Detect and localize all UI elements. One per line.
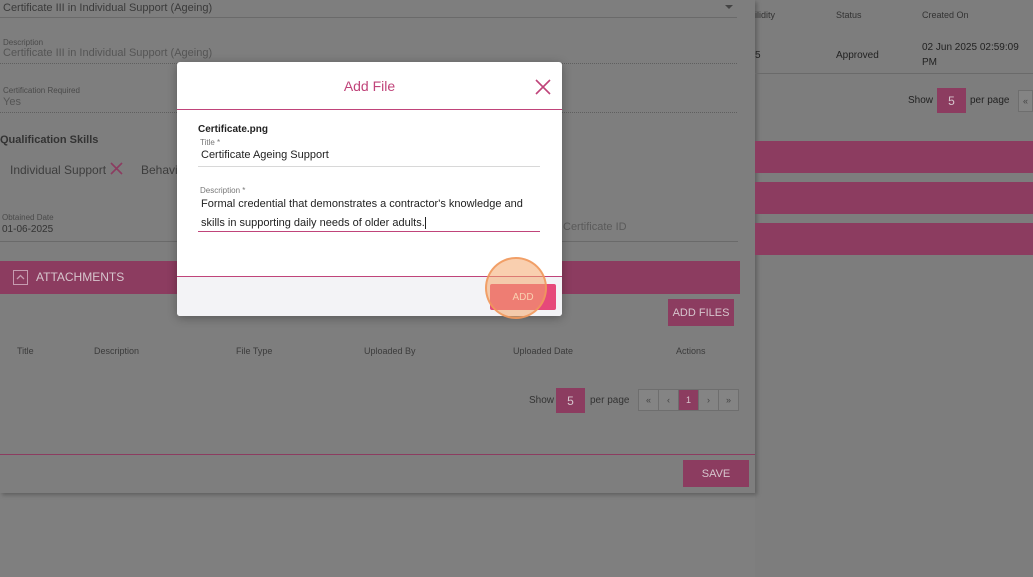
column-header-file-type: File Type: [236, 346, 273, 356]
column-header-title: Title: [17, 346, 34, 356]
footer-divider: [0, 454, 755, 455]
created-on-cell: 02 Jun 2025 02:59:09: [922, 42, 1019, 53]
description-label: Description: [3, 38, 44, 47]
section-bar[interactable]: [755, 182, 1033, 214]
first-page-button[interactable]: «: [1018, 90, 1033, 112]
page-1-button[interactable]: 1: [678, 389, 699, 411]
chevron-up-icon[interactable]: [13, 270, 28, 285]
status-cell: Approved: [836, 50, 879, 61]
attachments-heading: ATTACHMENTS: [36, 270, 125, 284]
per-page-select[interactable]: 5: [556, 388, 585, 413]
chevron-down-icon[interactable]: [724, 4, 734, 10]
qualification-select[interactable]: Certificate III in Individual Support (A…: [3, 2, 212, 14]
modal-header: Add File: [177, 62, 562, 110]
title-underline: [198, 166, 540, 167]
cert-required-value: Yes: [3, 96, 21, 108]
close-icon[interactable]: [110, 162, 123, 175]
title-input[interactable]: Certificate Ageing Support: [201, 149, 329, 161]
save-button[interactable]: SAVE: [683, 460, 749, 487]
column-header-actions: Actions: [676, 346, 706, 356]
title-label: Title *: [200, 138, 221, 147]
file-name: Certificate.png: [198, 124, 269, 135]
modal-title: Add File: [343, 77, 396, 94]
skill-chip: Individual Support: [10, 163, 107, 177]
add-button[interactable]: ADD: [490, 284, 556, 310]
next-page-button[interactable]: ›: [698, 389, 719, 411]
column-header-uploaded-date: Uploaded Date: [513, 346, 574, 356]
certificate-id-input[interactable]: Certificate ID: [563, 221, 627, 233]
column-header-status: Status: [836, 10, 862, 20]
last-page-button[interactable]: »: [718, 389, 739, 411]
obtained-date-value[interactable]: 01-06-2025: [2, 224, 53, 235]
right-panel: [755, 0, 1033, 577]
column-header-validity: ilidity: [755, 10, 776, 20]
column-header-created-on: Created On: [922, 10, 969, 20]
section-bar[interactable]: [755, 141, 1033, 173]
prev-page-button[interactable]: ‹: [658, 389, 679, 411]
show-label: Show: [529, 395, 555, 406]
column-header-uploaded-by: Uploaded By: [364, 346, 416, 356]
description-value: Certificate III in Individual Support (A…: [3, 47, 213, 59]
add-file-modal: Add File Certificate.png Title * Certifi…: [177, 62, 562, 316]
first-page-button[interactable]: «: [638, 389, 659, 411]
show-label: Show: [908, 95, 934, 106]
obtained-date-label: Obtained Date: [2, 213, 54, 222]
cert-required-label: Certification Required: [3, 86, 80, 95]
per-page-label: per page: [590, 395, 630, 406]
description-underline: [198, 231, 540, 232]
section-bar[interactable]: [755, 223, 1033, 255]
description-textarea[interactable]: Formal credential that demonstrates a co…: [201, 195, 539, 233]
per-page-label: per page: [970, 95, 1010, 106]
close-icon[interactable]: [534, 78, 552, 96]
column-header-description: Description: [94, 346, 140, 356]
per-page-select[interactable]: 5: [937, 88, 966, 113]
created-on-cell-time: PM: [922, 57, 937, 68]
validity-cell: 5: [755, 50, 761, 61]
description-label: Description *: [200, 186, 246, 195]
add-files-button[interactable]: ADD FILES: [668, 299, 734, 326]
skill-chip: Behavi: [141, 163, 178, 177]
skills-heading: Qualification Skills: [0, 134, 99, 146]
text-caret: [424, 217, 426, 230]
